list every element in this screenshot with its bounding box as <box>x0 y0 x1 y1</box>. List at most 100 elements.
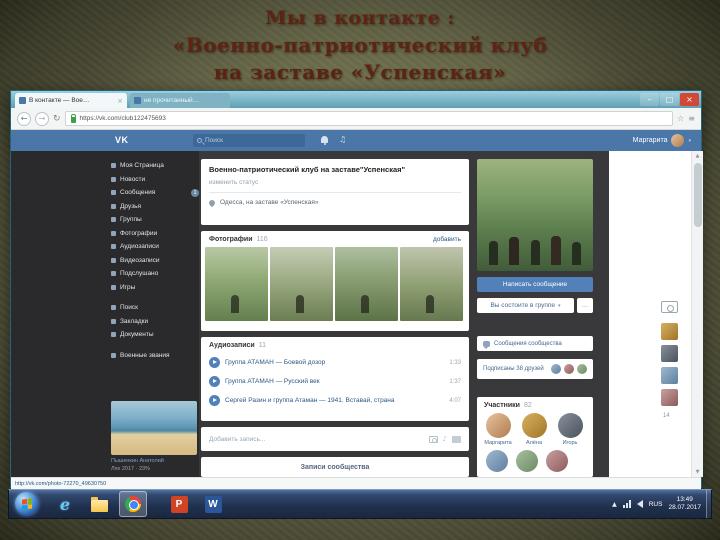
minimize-button[interactable]: – <box>640 93 659 106</box>
audio-title[interactable]: Аудиозаписи <box>209 342 255 349</box>
video-attach-icon[interactable] <box>452 435 461 443</box>
speaker-icon[interactable] <box>636 500 643 508</box>
camera-icon[interactable] <box>428 435 438 443</box>
scroll-down-icon[interactable]: ▼ <box>692 467 703 477</box>
sidebar-item-friends[interactable]: Друзья <box>111 200 199 214</box>
audio-track[interactable]: Сергей Разин и группа Атаман — 1941. Вст… <box>201 391 469 410</box>
close-button[interactable]: × <box>680 93 699 106</box>
address-bar[interactable]: https://vk.com/club122475693 <box>64 111 674 126</box>
tab-vk-club[interactable]: В контакте — Вое… × <box>15 93 127 108</box>
taskbar-powerpoint-button[interactable]: P <box>165 491 193 517</box>
post-placeholder[interactable]: Добавить запись... <box>209 436 425 443</box>
add-photo-link[interactable]: добавить <box>433 236 461 243</box>
photos-title[interactable]: Фотографии <box>209 236 253 243</box>
back-button[interactable]: ← <box>17 111 31 126</box>
sidebar-item-audio[interactable]: Аудиозаписи <box>111 240 199 254</box>
members-title[interactable]: Участники <box>484 402 520 409</box>
taskbar-word-button[interactable]: W <box>199 491 227 517</box>
member-avatar[interactable] <box>516 450 538 472</box>
maximize-button[interactable]: □ <box>660 93 679 106</box>
notifications-bell-icon[interactable] <box>321 136 328 145</box>
scroll-up-icon[interactable]: ▲ <box>692 151 703 161</box>
music-icon[interactable]: ♫ <box>339 135 346 144</box>
member[interactable]: Маргарита <box>484 413 512 446</box>
community-messages-row[interactable]: Сообщения сообщества <box>477 336 593 351</box>
camera-icon[interactable] <box>661 301 678 313</box>
play-icon[interactable] <box>209 357 220 368</box>
sidebar-item-search[interactable]: Поиск <box>111 301 199 315</box>
play-icon[interactable] <box>209 395 220 406</box>
scrollbar-thumb[interactable] <box>694 163 702 227</box>
sidebar-item-photos[interactable]: Фотографии <box>111 227 199 241</box>
membership-dropdown[interactable]: Вы состоите в группе ▾ <box>477 298 574 313</box>
user-menu[interactable]: Маргарита ▾ <box>633 134 691 147</box>
sidebar-item-games[interactable]: Игры <box>111 281 199 295</box>
sidebar-photo-caption[interactable]: Пышенкин Анатолий <box>111 458 197 464</box>
taskbar-chrome-button[interactable] <box>119 491 147 517</box>
friend-avatar[interactable] <box>577 364 587 374</box>
member[interactable]: Алёна <box>520 413 548 446</box>
sidebar-item-messages[interactable]: Сообщения 1 <box>111 186 199 200</box>
tab-close-icon[interactable]: × <box>117 97 123 105</box>
sidebar-item-my-page[interactable]: Моя Страница <box>111 159 199 173</box>
browser-menu-icon[interactable]: ≡ <box>688 114 695 123</box>
group-cover-photo[interactable] <box>477 159 593 271</box>
tab-second[interactable]: не прочитанный… <box>130 93 230 108</box>
language-indicator[interactable]: RUS <box>649 501 663 508</box>
sidebar-item-documents[interactable]: Документы <box>111 328 199 342</box>
post-composer-card[interactable]: Добавить запись... ♪ <box>201 427 469 451</box>
friend-avatar[interactable] <box>564 364 574 374</box>
vk-search-box[interactable] <box>193 134 305 147</box>
show-desktop-button[interactable] <box>706 490 711 518</box>
rail-avatar[interactable] <box>661 389 678 406</box>
rail-avatar[interactable] <box>661 345 678 362</box>
messages-icon <box>111 190 116 196</box>
group-location-row[interactable]: Одесса, на заставе «Успенская» <box>207 198 461 207</box>
tab-label: В контакте — Вое… <box>29 97 90 104</box>
photo-thumbnail[interactable] <box>335 247 398 321</box>
taskbar-ie-button[interactable]: e <box>51 491 79 517</box>
write-message-button[interactable]: Написать сообщение <box>477 277 593 292</box>
taskbar-clock[interactable]: 13:49 28.07.2017 <box>668 496 701 512</box>
sidebar-photo-thumbnail[interactable] <box>111 401 197 455</box>
audio-attach-icon[interactable]: ♪ <box>443 435 447 443</box>
friend-avatar[interactable] <box>551 364 561 374</box>
sidebar-item-groups[interactable]: Группы <box>111 213 199 227</box>
member[interactable]: Игорь <box>556 413 584 446</box>
member-avatar[interactable] <box>546 450 568 472</box>
forward-button[interactable]: → <box>35 111 49 126</box>
member-avatar[interactable] <box>486 450 508 472</box>
sidebar-item-bookmarks[interactable]: Закладки <box>111 315 199 329</box>
refresh-icon[interactable]: ↻ <box>53 114 61 124</box>
more-actions-button[interactable]: … <box>577 298 593 313</box>
audio-track[interactable]: Группа АТАМАН — Боевой дозор 1:33 <box>201 353 469 372</box>
member-avatar[interactable] <box>521 413 547 438</box>
member-avatar[interactable] <box>485 413 511 438</box>
search-input[interactable] <box>205 137 293 144</box>
photo-thumbnail[interactable] <box>205 247 268 321</box>
member-avatar[interactable] <box>557 413 583 438</box>
start-button[interactable] <box>15 492 38 515</box>
photos-count: 116 <box>256 236 268 243</box>
app-icon <box>111 271 116 277</box>
vk-logo[interactable]: VK <box>115 135 129 145</box>
taskbar-explorer-button[interactable] <box>85 491 113 517</box>
wall-title[interactable]: Записи сообщества <box>301 464 370 471</box>
play-icon[interactable] <box>209 376 220 387</box>
group-status-hint[interactable]: изменить статус <box>209 179 461 193</box>
network-icon[interactable] <box>622 500 631 508</box>
sidebar-item-podslushano[interactable]: Подслушано <box>111 267 199 281</box>
photo-thumbnail[interactable] <box>270 247 333 321</box>
sidebar-item-video[interactable]: Видеозаписи <box>111 254 199 268</box>
tray-expand-icon[interactable]: ▲ <box>612 501 617 508</box>
rail-avatar[interactable] <box>661 323 678 340</box>
photo-thumbnail[interactable] <box>400 247 463 321</box>
bookmark-star-icon[interactable]: ☆ <box>677 114 684 123</box>
subscribed-friends-row[interactable]: Подписаны 38 друзей <box>477 359 593 379</box>
sidebar-item-military-ranks[interactable]: Военные звания <box>111 349 199 363</box>
audio-track[interactable]: Группа АТАМАН — Русский век 1:37 <box>201 372 469 391</box>
sidebar-item-label: Подслушано <box>120 270 159 278</box>
sidebar-item-news[interactable]: Новости <box>111 173 199 187</box>
rail-avatar[interactable] <box>661 367 678 384</box>
page-scrollbar[interactable]: ▲ ▼ <box>691 151 703 477</box>
